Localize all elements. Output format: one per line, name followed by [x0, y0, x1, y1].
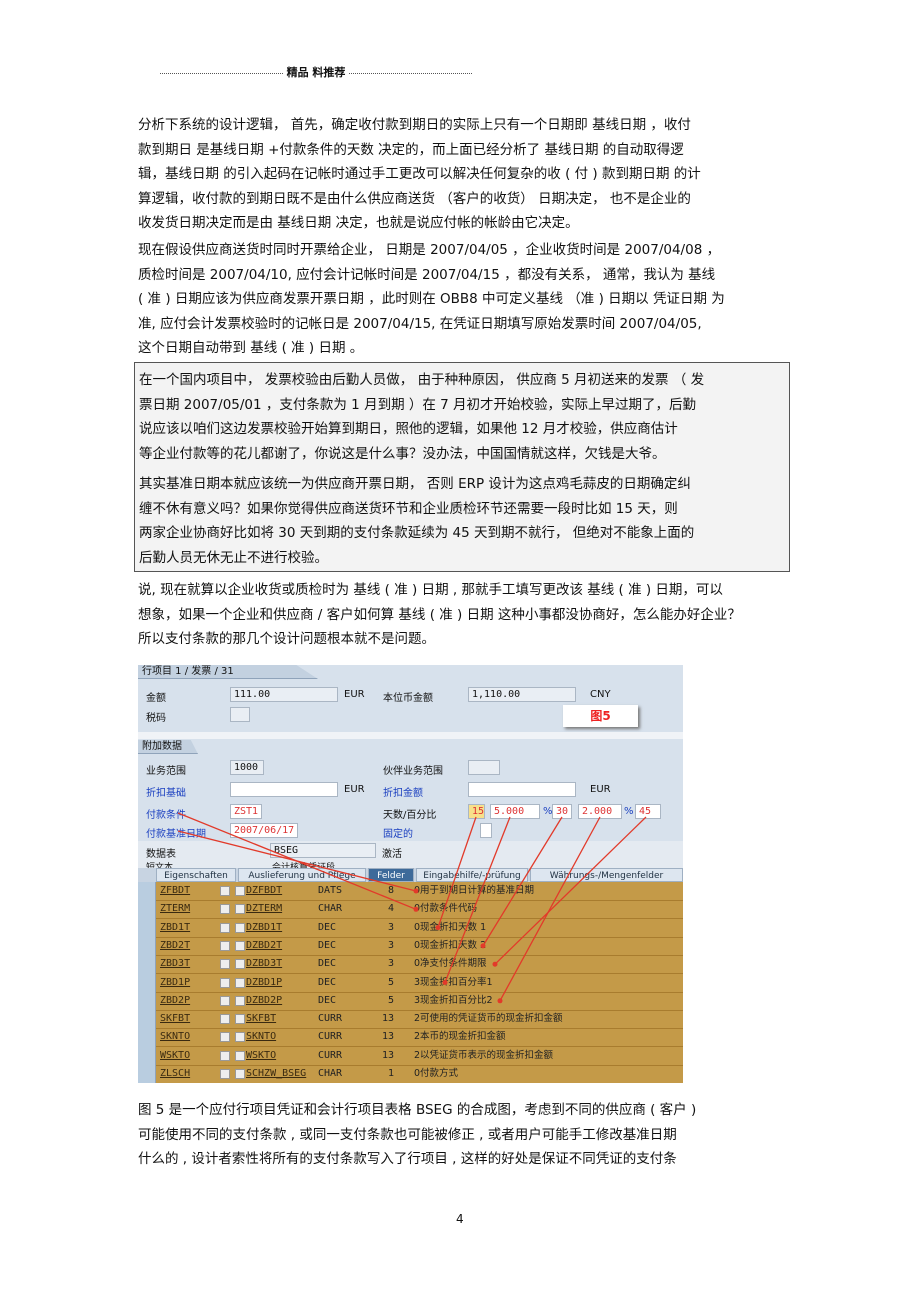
paragraph-1: 分析下系统的设计逻辑， 首先，确定收付款到期日的实际上只有一个日期即 基线日期 … [138, 113, 788, 236]
arrow-head [442, 980, 448, 985]
quote-paragraph-2: 其实基准日期本就应该统一为供应商开票日期， 否则 ERP 设计为这点鸡毛蒜皮的日… [139, 472, 789, 570]
text-line: 两家企业协商好比如将 30 天到期的支付条款延续为 45 天到期不就行， 但绝对… [139, 525, 695, 541]
page-number: 4 [456, 1212, 464, 1226]
text-line: 可能使用不同的支付条款 , 或同一支付条款也可能被修正 , 或者用户可能手工修改… [138, 1126, 677, 1143]
text-line: 这个日期自动带到 基线 ( 准 ) 日期 。 [138, 340, 364, 356]
text-line: 票日期 2007/05/01 ，支付条款为 1 月到期 ）在 7 月初才开始校验… [139, 396, 697, 413]
arrow-line [437, 816, 477, 928]
page-header: 精品 料推荐 [160, 64, 472, 80]
arrow-head [413, 906, 419, 912]
text-line: 质检时间是 2007/04/10, 应付会计记帐时间是 2007/04/15 ，… [138, 266, 716, 283]
arrow-head [492, 961, 498, 967]
text-line: 准, 应付会计发票校验时的记帐日是 2007/04/15, 在凭证日期填写原始发… [138, 315, 702, 332]
text-line: 等企业付款等的花儿都谢了，你说这是什么事？没办法，中国国情就这样，欠钱是大爷。 [139, 445, 666, 462]
text-line: ( 准 ) 日期应该为供应商发票开票日期 ，此时则在 OBB8 中可定义基线 （… [138, 291, 725, 307]
figure-caption: 图 5 是一个应付行项目凭证和会计行项目表格 BSEG 的合成图，考虑到不同的供… [138, 1098, 788, 1172]
arrow-line [499, 816, 601, 1002]
text-line: 辑，基线日期 的引入起码在记帐时通过手工更改可以解决任何复杂的收 ( 付 ) 款… [138, 166, 701, 182]
quote-box: 在一个国内项目中， 发票校验由后勤人员做， 由于种种原因， 供应商 5 月初送来… [134, 362, 790, 572]
annotation-arrows [177, 812, 647, 1004]
text-line: 说应该以咱们这边发票校验开始算到期日，照他的逻辑，如果他 12 月才校验，供应商… [139, 421, 678, 437]
text-line: 所以支付条款的那几个设计问题根本就不是问题。 [138, 631, 435, 647]
arrow-line [177, 830, 417, 892]
arrow-line [482, 816, 563, 947]
sap-screenshot-figure: 行项目 1 / 发票 / 31 金额 111.00 EUR 本位币金额 1,11… [138, 665, 683, 1083]
arrow-head [497, 998, 503, 1004]
paragraph-2: 现在假设供应商送货时同时开票给企业， 日期是 2007/04/05 ，企业收货时… [138, 238, 788, 361]
text-line: 现在假设供应商送货时同时开票给企业， 日期是 2007/04/05 ，企业收货时… [138, 242, 721, 258]
text-line: 算逻辑，收付款的到期日既不是由什么供应商送货 （客户的收货） 日期决定， 也不是… [138, 190, 691, 207]
quote-paragraph-1: 在一个国内项目中， 发票校验由后勤人员做， 由于种种原因， 供应商 5 月初送来… [139, 368, 789, 466]
text-line: 说, 现在就算以企业收货或质检时为 基线 ( 准 ) 日期 , 那就手工填写更改… [138, 582, 723, 598]
text-line: 缠不休有意义吗？如果你觉得供应商送货环节和企业质检环节还需要一段时比如 15 天… [139, 500, 678, 517]
arrow-head [413, 888, 419, 894]
text-line: 在一个国内项目中， 发票校验由后勤人员做， 由于种种原因， 供应商 5 月初送来… [139, 372, 705, 388]
text-line: 想象，如果一个企业和供应商 / 客户如何算 基线 ( 准 ) 日期 这种小事都没… [138, 606, 741, 623]
text-line: 什么的 , 设计者索性将所有的支付条款写入了行项目 , 这样的好处是保证不同凭证… [138, 1151, 677, 1167]
text-line: 图 5 是一个应付行项目凭证和会计行项目表格 BSEG 的合成图，考虑到不同的供… [138, 1102, 697, 1118]
header-title: 精品 料推荐 [286, 66, 346, 79]
text-line: 后勤人员无休无止不进行校验。 [139, 549, 328, 566]
text-line: 其实基准日期本就应该统一为供应商开票日期， 否则 ERP 设计为这点鸡毛蒜皮的日… [139, 476, 691, 492]
text-line: 款到期日 是基线日期 +付款条件的天数 决定的，而上面已经分析了 基线日期 的自… [138, 141, 684, 158]
arrow-head [480, 943, 486, 949]
text-line: 分析下系统的设计逻辑， 首先，确定收付款到期日的实际上只有一个日期即 基线日期 … [138, 117, 691, 133]
paragraph-3: 说, 现在就算以企业收货或质检时为 基线 ( 准 ) 日期 , 那就手工填写更改… [138, 578, 788, 652]
arrow-line [444, 816, 511, 983]
text-line: 收发货日期决定而是由 基线日期 决定，也就是说应付帐的帐龄由它决定。 [138, 215, 579, 231]
arrow-head [435, 925, 441, 931]
